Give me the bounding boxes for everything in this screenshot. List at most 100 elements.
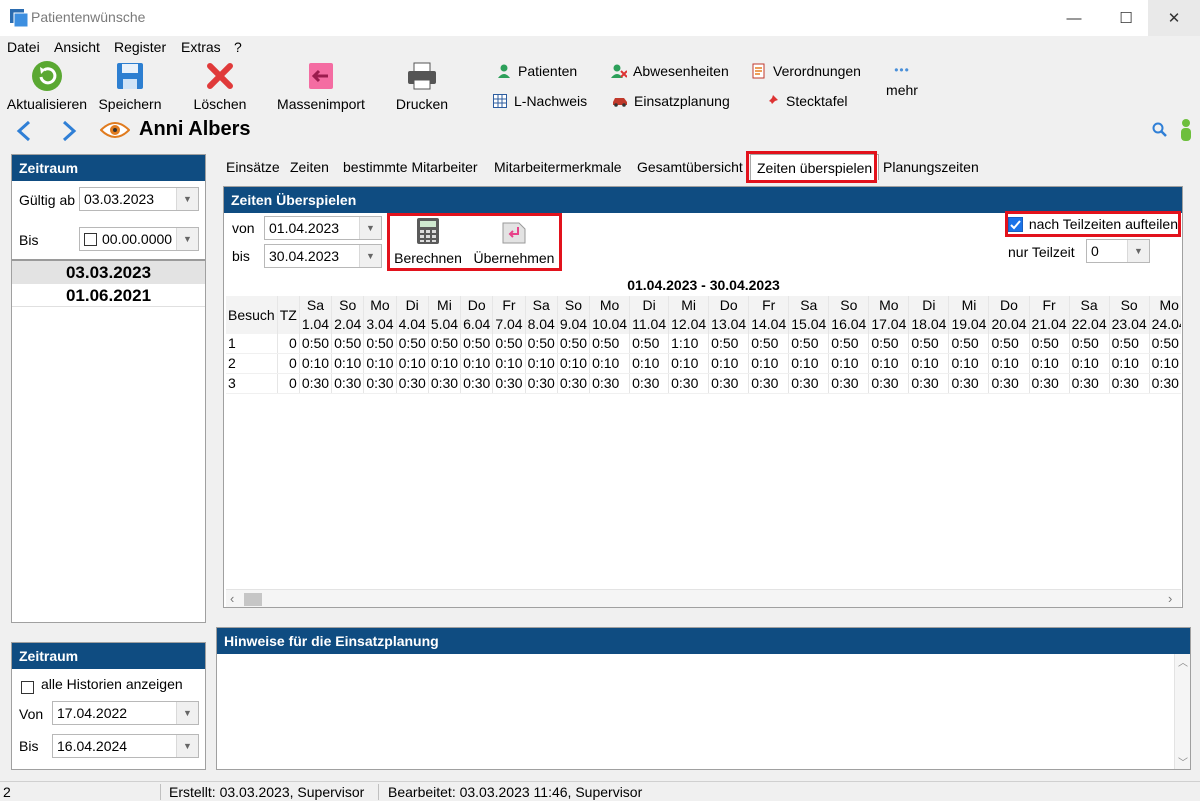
menu-help[interactable]: ? (234, 39, 242, 55)
time-cell: 0:50 (299, 334, 333, 354)
time-cell: 0:30 (363, 373, 397, 394)
column-header-weekday: Sa (299, 296, 333, 315)
to-date-input[interactable]: 00.00.0000 ▼ (79, 227, 199, 251)
chevron-down-icon[interactable]: ▼ (176, 702, 198, 724)
visit-cell: 1 (226, 334, 278, 354)
split-by-parttime-checkbox[interactable]: nach Teilzeiten aufteilen (1008, 214, 1178, 234)
delete-button[interactable]: Löschen (190, 60, 250, 112)
print-button[interactable]: Drucken (390, 60, 454, 112)
mass-import-button[interactable]: Massenimport (274, 60, 368, 112)
table-row[interactable]: 2 0 0:10 0:10 0:10 0:10 0:10 0:10 0:10 0:10 0:10 0:… (226, 353, 1181, 374)
app-icon (10, 9, 28, 27)
tab-mitarbeitermerkmale[interactable]: Mitarbeitermerkmale (488, 154, 628, 180)
patients-button[interactable]: Patienten (496, 63, 577, 79)
period-list-item-selected[interactable]: 03.03.2023 (12, 261, 205, 284)
close-button[interactable]: ✕ (1148, 0, 1200, 36)
visit-cell: 2 (226, 353, 278, 374)
time-cell: 0:10 (1069, 353, 1110, 374)
time-cell: 0:10 (428, 353, 462, 374)
horizontal-scrollbar[interactable]: ‹ › (226, 589, 1181, 607)
all-histories-checkbox[interactable] (21, 678, 34, 694)
printer-icon (406, 60, 438, 92)
history-to-label: Bis (19, 738, 39, 754)
maximize-button[interactable]: ☐ (1100, 0, 1152, 36)
to-date-checkbox[interactable] (84, 232, 97, 246)
mass-import-label: Massenimport (277, 96, 365, 112)
print-label: Drucken (395, 96, 449, 112)
scroll-left-icon[interactable]: ‹ (230, 591, 234, 606)
time-cell: 0:30 (492, 373, 526, 394)
column-header-date: 8.04 (525, 315, 558, 334)
table-row[interactable]: 3 0 0:30 0:30 0:30 0:30 0:30 0:30 0:30 0:30 0:30 0:… (226, 373, 1181, 394)
menu-datei[interactable]: Datei (7, 39, 40, 55)
visit-cell: 3 (226, 373, 278, 394)
deployment-planning-button[interactable]: Einsatzplanung (612, 93, 730, 109)
from-date-input[interactable]: 01.04.2023 ▼ (264, 216, 382, 240)
column-header-date: 9.04 (557, 315, 591, 334)
minimize-button[interactable]: — (1048, 0, 1100, 36)
menu-extras[interactable]: Extras (181, 39, 221, 55)
tab-bestimmte-mitarbeiter[interactable]: bestimmte Mitarbeiter (337, 154, 484, 180)
time-cell: 0:50 (525, 334, 558, 354)
chevron-down-icon[interactable]: ▼ (1127, 240, 1149, 262)
to-label: bis (232, 248, 250, 264)
tab-gesamtuebersicht[interactable]: Gesamtübersicht (631, 154, 749, 180)
column-header-date: 15.04 (788, 315, 830, 334)
only-part-label: nur Teilzeit (1008, 244, 1075, 260)
tab-zeiten[interactable]: Zeiten (284, 154, 335, 180)
history-to-input[interactable]: 16.04.2024 ▼ (52, 734, 199, 758)
chevron-down-icon[interactable]: ▼ (176, 228, 198, 250)
chevron-down-icon[interactable]: ▼ (359, 245, 381, 267)
calculate-button[interactable]: Berechnen (392, 217, 464, 266)
only-part-select[interactable]: 0 ▼ (1086, 239, 1150, 263)
vertical-scrollbar[interactable]: ︿ ﹀ (1174, 654, 1190, 769)
time-cell: 0:10 (1029, 353, 1070, 374)
search-icon[interactable] (1152, 122, 1168, 138)
calculator-icon (417, 218, 439, 244)
apply-button[interactable]: Übernehmen (470, 217, 558, 266)
notes-textarea[interactable] (217, 654, 1174, 769)
time-cell: 0:10 (748, 353, 790, 374)
history-from-input[interactable]: 17.04.2022 ▼ (52, 701, 199, 725)
menu-ansicht[interactable]: Ansicht (54, 39, 100, 55)
history-from-label: Von (19, 706, 44, 722)
save-button[interactable]: Speichern (96, 60, 164, 112)
prescriptions-button[interactable]: Verordnungen (751, 63, 861, 79)
column-header-tz: TZ (277, 296, 300, 334)
table-row[interactable]: 1 0 0:50 0:50 0:50 0:50 0:50 0:50 0:50 0:50 0:50 0:… (226, 334, 1181, 354)
tab-planungszeiten[interactable]: Planungszeiten (877, 154, 985, 180)
to-date-input[interactable]: 30.04.2023 ▼ (264, 244, 382, 268)
scroll-down-icon[interactable]: ﹀ (1178, 754, 1188, 769)
chevron-down-icon[interactable]: ▼ (359, 217, 381, 239)
refresh-button[interactable]: Aktualisieren (5, 60, 89, 112)
column-header-weekday: So (557, 296, 591, 315)
user-status-icon[interactable] (1178, 118, 1194, 142)
chevron-down-icon[interactable]: ▼ (176, 735, 198, 757)
time-cell: 0:50 (428, 334, 462, 354)
time-cell: 0:50 (868, 334, 910, 354)
scroll-up-icon[interactable]: ︿ (1178, 654, 1188, 669)
valid-from-input[interactable]: 03.03.2023 ▼ (79, 187, 199, 211)
window-title: Patientenwünsche (31, 9, 146, 25)
apply-icon (502, 222, 526, 244)
menu-register[interactable]: Register (114, 39, 166, 55)
pinboard-button[interactable]: Stecktafel (764, 93, 847, 109)
import-icon (305, 60, 337, 92)
column-header-weekday: Mo (868, 296, 910, 315)
scroll-thumb[interactable] (244, 593, 262, 606)
save-label: Speichern (98, 96, 162, 112)
forward-arrow-icon[interactable] (60, 120, 78, 142)
back-arrow-icon[interactable] (15, 120, 33, 142)
l-proof-button[interactable]: L-Nachweis (492, 93, 587, 109)
period-list-item[interactable]: 01.06.2021 (12, 284, 205, 307)
time-cell: 0:10 (828, 353, 870, 374)
time-cell: 0:30 (428, 373, 462, 394)
tab-einsaetze[interactable]: Einsätze (220, 154, 286, 180)
more-button[interactable]: ••• mehr (880, 63, 924, 98)
scroll-right-icon[interactable]: › (1168, 591, 1172, 606)
status-count: 2 (3, 784, 11, 800)
time-cell: 0:30 (1109, 373, 1150, 394)
chevron-down-icon[interactable]: ▼ (176, 188, 198, 210)
absences-button[interactable]: Abwesenheiten (611, 63, 729, 79)
time-cell: 0:10 (492, 353, 526, 374)
